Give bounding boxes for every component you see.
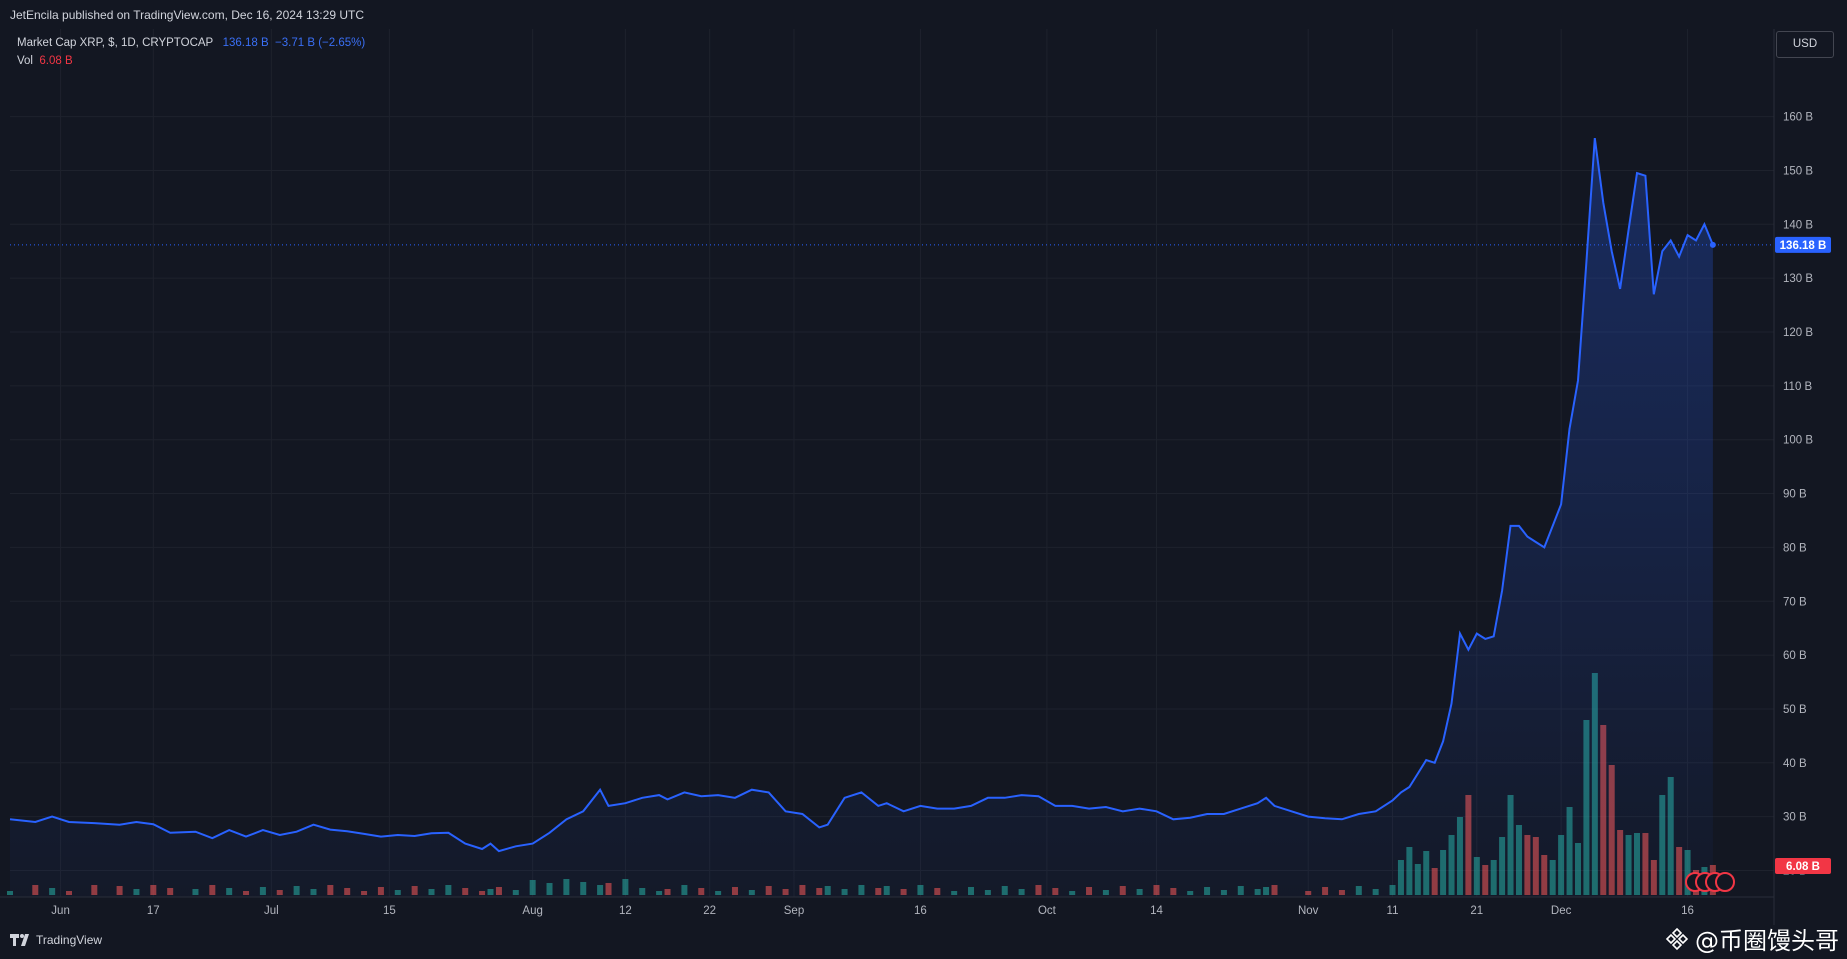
- tradingview-logo-text: TradingView: [36, 933, 103, 947]
- x-tick-label: Sep: [784, 905, 804, 917]
- last-point: [1709, 241, 1716, 248]
- y-tick-label: 50 B: [1783, 704, 1807, 716]
- price-axis[interactable]: 20 B30 B40 B50 B60 B70 B80 B90 B100 B110…: [1783, 112, 1813, 878]
- x-tick-label: Jun: [51, 905, 70, 917]
- event-flags-icon[interactable]: [1685, 872, 1735, 892]
- tradingview-logo-icon: [10, 934, 29, 946]
- x-tick-label: 14: [1150, 905, 1163, 917]
- x-tick-label: 16: [914, 905, 927, 917]
- legend-main-row: Market Cap XRP, $, 1D, CRYPTOCAP 136.18 …: [17, 34, 365, 52]
- last-price-label: 136.18 B: [1780, 240, 1827, 252]
- y-tick-label: 100 B: [1783, 435, 1813, 447]
- binance-icon: [1665, 927, 1689, 950]
- y-tick-label: 160 B: [1783, 112, 1813, 124]
- x-tick-label: Aug: [522, 905, 542, 917]
- volume-last-label: 6.08 B: [1786, 861, 1820, 873]
- last-price-tag: 136.18 B: [1775, 236, 1831, 253]
- currency-button[interactable]: USD: [1776, 31, 1834, 58]
- legend-vol-value: 6.08 B: [39, 55, 73, 67]
- footer: [0, 925, 1847, 959]
- y-tick-label: 90 B: [1783, 489, 1807, 501]
- x-tick-label: 12: [619, 905, 632, 917]
- y-tick-label: 60 B: [1783, 650, 1807, 662]
- x-tick-label: 21: [1470, 905, 1483, 917]
- time-axis[interactable]: Jun 17 Jul 15 Aug 12 22 Sep 16 Oct 14 Nov 11 21 Dec 16: [51, 905, 1694, 917]
- watermark-text: @币圈馒头哥: [1695, 927, 1839, 955]
- legend-vol-label: Vol: [17, 55, 33, 67]
- x-tick-label: Dec: [1551, 905, 1572, 917]
- y-tick-label: 120 B: [1783, 327, 1813, 339]
- x-tick-label: 15: [383, 905, 396, 917]
- x-tick-label: Nov: [1298, 905, 1319, 917]
- x-tick-label: 16: [1681, 905, 1694, 917]
- x-tick-label: Jul: [264, 905, 279, 917]
- watermark: @币圈馒头哥: [1665, 921, 1839, 956]
- y-tick-label: 30 B: [1783, 812, 1807, 824]
- y-tick-label: 110 B: [1783, 381, 1813, 393]
- y-tick-label: 150 B: [1783, 165, 1813, 177]
- area-fill: [10, 138, 1713, 898]
- chart[interactable]: 20 B30 B40 B50 B60 B70 B80 B90 B100 B110…: [0, 0, 1847, 959]
- x-tick-label: 17: [147, 905, 160, 917]
- x-tick-label: 22: [703, 905, 716, 917]
- legend-volume-row: Vol 6.08 B: [17, 52, 365, 70]
- volume-tag: 6.08 B: [1775, 858, 1831, 874]
- y-tick-label: 130 B: [1783, 273, 1813, 285]
- y-tick-label: 40 B: [1783, 758, 1807, 770]
- x-tick-label: Oct: [1038, 905, 1057, 917]
- y-tick-label: 80 B: [1783, 542, 1807, 554]
- legend-change: −3.71 B (−2.65%): [275, 37, 366, 49]
- legend-last: 136.18 B: [222, 37, 269, 49]
- y-tick-label: 140 B: [1783, 219, 1813, 231]
- y-tick-label: 70 B: [1783, 596, 1807, 608]
- legend: Market Cap XRP, $, 1D, CRYPTOCAP 136.18 …: [17, 34, 365, 70]
- tradingview-logo[interactable]: TradingView: [10, 933, 102, 947]
- x-tick-label: 11: [1387, 905, 1399, 917]
- legend-symbol: Market Cap XRP, $, 1D, CRYPTOCAP: [17, 37, 214, 49]
